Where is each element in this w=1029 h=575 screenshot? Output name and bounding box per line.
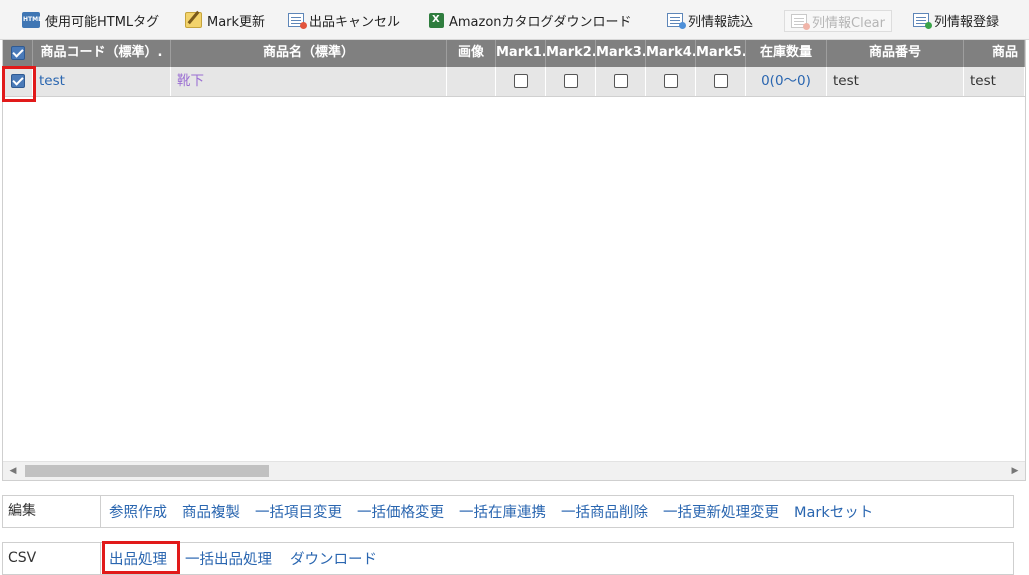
mark1-cell: [496, 67, 546, 96]
table-row[interactable]: test 靴下 0(0〜0) test test: [3, 67, 1025, 97]
load-columns-button[interactable]: 列情報読込: [667, 9, 753, 31]
header-product-name[interactable]: 商品名（標準）: [171, 40, 447, 67]
scroll-right-icon[interactable]: ▶: [1009, 465, 1021, 477]
html-tags-label: 使用可能HTMLタグ: [45, 14, 160, 30]
header-mark2[interactable]: Mark2.: [546, 40, 596, 67]
mark4-checkbox[interactable]: [663, 74, 678, 88]
mark2-cell: [546, 67, 596, 96]
mark-update-button[interactable]: Mark更新: [185, 9, 265, 31]
cancel-listing-button[interactable]: 出品キャンセル: [288, 9, 400, 31]
mark-set-link[interactable]: Markセット: [794, 501, 873, 522]
mark5-checkbox[interactable]: [713, 74, 728, 88]
header-image[interactable]: 画像: [447, 40, 496, 67]
html-tags-button[interactable]: 使用可能HTMLタグ: [22, 9, 159, 31]
toolbar: 使用可能HTMLタグ Mark更新 出品キャンセル Amazonカタログダウンロ…: [0, 0, 1029, 40]
header-mark5[interactable]: Mark5.: [696, 40, 746, 67]
html-icon: [22, 12, 42, 28]
mark1-checkbox[interactable]: [513, 74, 528, 88]
product-grid: 商品コード（標準）. 商品名（標準） 画像 Mark1. Mark2. Mark…: [2, 40, 1026, 481]
bulk-delete-link[interactable]: 一括商品削除: [561, 501, 648, 522]
amazon-catalog-label: Amazonカタログダウンロード: [449, 14, 632, 30]
highlight-row-checkbox: [2, 66, 36, 102]
header-mark3[interactable]: Mark3.: [596, 40, 646, 67]
scroll-left-icon[interactable]: ◀: [7, 465, 19, 477]
clear-columns-label: 列情報Clear: [812, 15, 885, 31]
bulk-listing-process-link[interactable]: 一括出品処理: [185, 548, 272, 569]
horizontal-scrollbar[interactable]: ◀ ▶: [3, 461, 1025, 480]
mark2-checkbox[interactable]: [563, 74, 578, 88]
mark4-cell: [646, 67, 696, 96]
product-code-cell[interactable]: test: [33, 67, 171, 96]
bulk-field-change-link[interactable]: 一括項目変更: [255, 501, 342, 522]
csv-panel-label: CSV: [3, 543, 101, 574]
header-stock[interactable]: 在庫数量: [746, 40, 827, 67]
excel-icon: [429, 12, 444, 28]
header-product-number[interactable]: 商品番号: [827, 40, 964, 67]
table-load-icon: [667, 13, 686, 29]
pencil-icon: [185, 12, 202, 28]
stock-cell[interactable]: 0(0〜0): [746, 67, 827, 96]
grid-header: 商品コード（標準）. 商品名（標準） 画像 Mark1. Mark2. Mark…: [3, 40, 1025, 67]
mark3-cell: [596, 67, 646, 96]
scrollbar-thumb[interactable]: [25, 465, 269, 477]
edit-panel: 編集 参照作成 商品複製 一括項目変更 一括価格変更 一括在庫連携 一括商品削除…: [2, 495, 1014, 528]
bulk-price-change-link[interactable]: 一括価格変更: [357, 501, 444, 522]
reference-create-link[interactable]: 参照作成: [109, 501, 167, 522]
table-remove-icon: [288, 13, 307, 29]
select-all-checkbox[interactable]: [10, 45, 25, 60]
clear-columns-button[interactable]: 列情報Clear: [784, 10, 892, 32]
mark5-cell: [696, 67, 746, 96]
duplicate-product-link[interactable]: 商品複製: [182, 501, 240, 522]
bulk-stock-sync-link[interactable]: 一括在庫連携: [459, 501, 546, 522]
save-columns-label: 列情報登録: [934, 14, 1000, 30]
cancel-listing-label: 出品キャンセル: [309, 14, 401, 30]
table-clear-icon: [791, 14, 810, 30]
bulk-update-process-link[interactable]: 一括更新処理変更: [663, 501, 779, 522]
table-save-icon: [913, 13, 932, 29]
product-extra-cell: test: [964, 67, 1025, 96]
header-product-extra[interactable]: 商品: [964, 40, 1025, 67]
mark-update-label: Mark更新: [207, 14, 266, 30]
save-columns-button[interactable]: 列情報登録: [913, 9, 999, 31]
header-mark4[interactable]: Mark4.: [646, 40, 696, 67]
edit-panel-label: 編集: [3, 496, 101, 527]
image-cell: [447, 67, 496, 96]
header-mark1[interactable]: Mark1.: [496, 40, 546, 67]
amazon-catalog-download-button[interactable]: Amazonカタログダウンロード: [429, 9, 632, 31]
load-columns-label: 列情報読込: [688, 14, 754, 30]
header-product-code[interactable]: 商品コード（標準）.: [33, 40, 171, 67]
highlight-listing-process: [102, 541, 180, 574]
product-number-cell: test: [827, 67, 964, 96]
product-name-cell[interactable]: 靴下: [171, 67, 447, 96]
mark3-checkbox[interactable]: [613, 74, 628, 88]
edit-actions: 参照作成 商品複製 一括項目変更 一括価格変更 一括在庫連携 一括商品削除 一括…: [109, 496, 873, 527]
download-link[interactable]: ダウンロード: [290, 548, 377, 569]
select-all-header: [3, 40, 33, 67]
